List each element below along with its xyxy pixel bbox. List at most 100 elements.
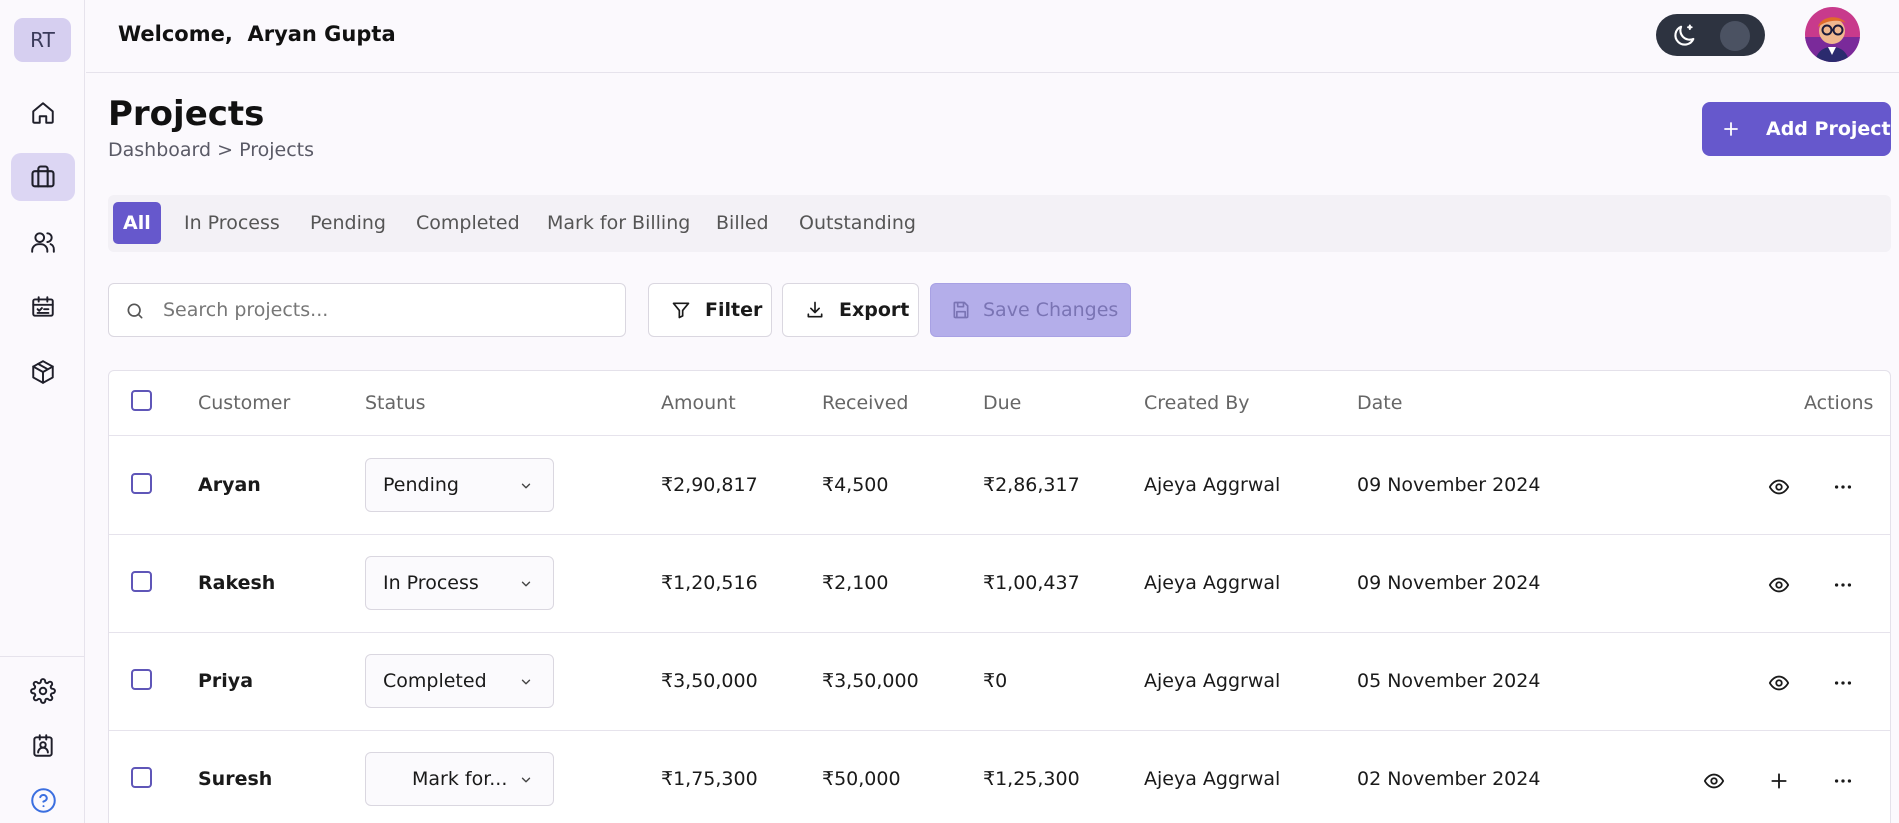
theme-toggle[interactable] <box>1656 14 1765 56</box>
column-header-due[interactable]: Due <box>983 392 1021 414</box>
export-button[interactable]: Export <box>782 283 919 337</box>
sidebar-item-help[interactable] <box>11 776 75 823</box>
more-options-icon[interactable] <box>1830 572 1856 598</box>
chevron-down-icon <box>519 479 533 493</box>
save-changes-button[interactable]: Save Changes <box>930 283 1131 337</box>
date-cell: 09 November 2024 <box>1357 474 1541 496</box>
tab-all[interactable]: All <box>113 202 161 244</box>
sidebar-item-packages[interactable] <box>11 348 75 396</box>
user-avatar[interactable] <box>1805 7 1860 62</box>
sidebar-item-calendar[interactable] <box>11 283 75 331</box>
add-project-label: Add Project <box>1766 118 1891 140</box>
more-options-icon[interactable] <box>1830 768 1856 794</box>
amount-cell: ₹1,20,516 <box>661 572 758 594</box>
save-icon <box>951 300 971 320</box>
search-input[interactable] <box>163 284 603 336</box>
table-row[interactable]: Suresh Mark for... ₹1,75,300 ₹50,000 ₹1,… <box>109 731 1890 823</box>
help-icon <box>30 787 57 814</box>
due-cell: ₹2,86,317 <box>983 474 1080 496</box>
sidebar-item-users[interactable] <box>11 218 75 266</box>
tab-completed[interactable]: Completed <box>406 202 530 244</box>
row-checkbox[interactable] <box>131 767 152 788</box>
more-options-icon[interactable] <box>1830 474 1856 500</box>
sidebar-item-home[interactable] <box>11 89 75 137</box>
view-icon[interactable] <box>1766 474 1792 500</box>
save-changes-label: Save Changes <box>983 299 1119 321</box>
table-row[interactable]: Aryan Pending ₹2,90,817 ₹4,500 ₹2,86,317… <box>109 437 1890 535</box>
add-project-button[interactable]: Add Project <box>1702 102 1891 156</box>
sidebar-item-contacts[interactable] <box>11 722 75 770</box>
column-header-amount[interactable]: Amount <box>661 392 736 414</box>
status-dropdown[interactable]: Pending <box>365 458 554 512</box>
amount-cell: ₹1,75,300 <box>661 768 758 790</box>
page-title: Projects <box>108 94 265 134</box>
more-options-icon[interactable] <box>1830 670 1856 696</box>
received-cell: ₹4,500 <box>822 474 889 496</box>
status-dropdown[interactable]: Completed <box>365 654 554 708</box>
tab-pending[interactable]: Pending <box>300 202 396 244</box>
due-cell: ₹0 <box>983 670 1008 692</box>
due-cell: ₹1,00,437 <box>983 572 1080 594</box>
app-logo[interactable]: RT <box>14 18 71 62</box>
top-header: Welcome, Aryan Gupta <box>86 0 1899 73</box>
column-header-customer[interactable]: Customer <box>198 392 290 414</box>
status-value: Pending <box>383 474 459 496</box>
chevron-down-icon <box>519 773 533 787</box>
projects-table: Customer Status Amount Received Due Crea… <box>108 370 1891 823</box>
row-checkbox[interactable] <box>131 669 152 690</box>
view-icon[interactable] <box>1766 670 1792 696</box>
download-icon <box>805 300 825 320</box>
search-box <box>108 283 626 337</box>
created-by-cell: Ajeya Aggrwal <box>1144 572 1281 594</box>
sidebar-item-projects[interactable] <box>11 153 75 201</box>
sidebar: RT <box>0 0 85 823</box>
amount-cell: ₹3,50,000 <box>661 670 758 692</box>
received-cell: ₹3,50,000 <box>822 670 919 692</box>
status-dropdown[interactable]: In Process <box>365 556 554 610</box>
tab-in-process[interactable]: In Process <box>174 202 290 244</box>
customer-name: Suresh <box>198 768 273 790</box>
search-icon <box>125 301 145 321</box>
table-header: Customer Status Amount Received Due Crea… <box>109 371 1890 436</box>
column-header-created-by[interactable]: Created By <box>1144 392 1250 414</box>
moon-icon <box>1670 22 1698 50</box>
column-header-status[interactable]: Status <box>365 392 426 414</box>
customer-name: Rakesh <box>198 572 276 594</box>
settings-icon <box>30 678 56 704</box>
status-dropdown[interactable]: Mark for... <box>365 752 554 806</box>
table-row[interactable]: Rakesh In Process ₹1,20,516 ₹2,100 ₹1,00… <box>109 535 1890 633</box>
filter-button[interactable]: Filter <box>648 283 772 337</box>
customer-name: Priya <box>198 670 254 692</box>
column-header-actions: Actions <box>1804 392 1874 414</box>
row-checkbox[interactable] <box>131 473 152 494</box>
calendar-check-icon <box>30 294 56 320</box>
select-all-checkbox[interactable] <box>131 390 152 411</box>
created-by-cell: Ajeya Aggrwal <box>1144 474 1281 496</box>
status-value: Completed <box>383 670 487 692</box>
plus-icon <box>1722 120 1740 138</box>
tab-outstanding[interactable]: Outstanding <box>789 202 926 244</box>
column-header-date[interactable]: Date <box>1357 392 1402 414</box>
tab-mark-for-billing[interactable]: Mark for Billing <box>537 202 700 244</box>
amount-cell: ₹2,90,817 <box>661 474 758 496</box>
row-checkbox[interactable] <box>131 571 152 592</box>
due-cell: ₹1,25,300 <box>983 768 1080 790</box>
breadcrumb[interactable]: Dashboard > Projects <box>108 139 314 161</box>
column-header-received[interactable]: Received <box>822 392 908 414</box>
home-icon <box>30 100 56 126</box>
sidebar-item-settings[interactable] <box>11 667 75 715</box>
customer-name: Aryan <box>198 474 261 496</box>
plus-icon[interactable] <box>1766 768 1792 794</box>
status-value: In Process <box>383 572 479 594</box>
view-icon[interactable] <box>1766 572 1792 598</box>
filter-label: Filter <box>705 299 763 321</box>
tab-billed[interactable]: Billed <box>706 202 779 244</box>
briefcase-icon <box>29 163 57 191</box>
date-cell: 05 November 2024 <box>1357 670 1541 692</box>
received-cell: ₹50,000 <box>822 768 901 790</box>
view-icon[interactable] <box>1701 768 1727 794</box>
table-row[interactable]: Priya Completed ₹3,50,000 ₹3,50,000 ₹0 A… <box>109 633 1890 731</box>
filter-icon <box>671 300 691 320</box>
package-icon <box>30 359 56 385</box>
contact-card-icon <box>30 733 56 759</box>
